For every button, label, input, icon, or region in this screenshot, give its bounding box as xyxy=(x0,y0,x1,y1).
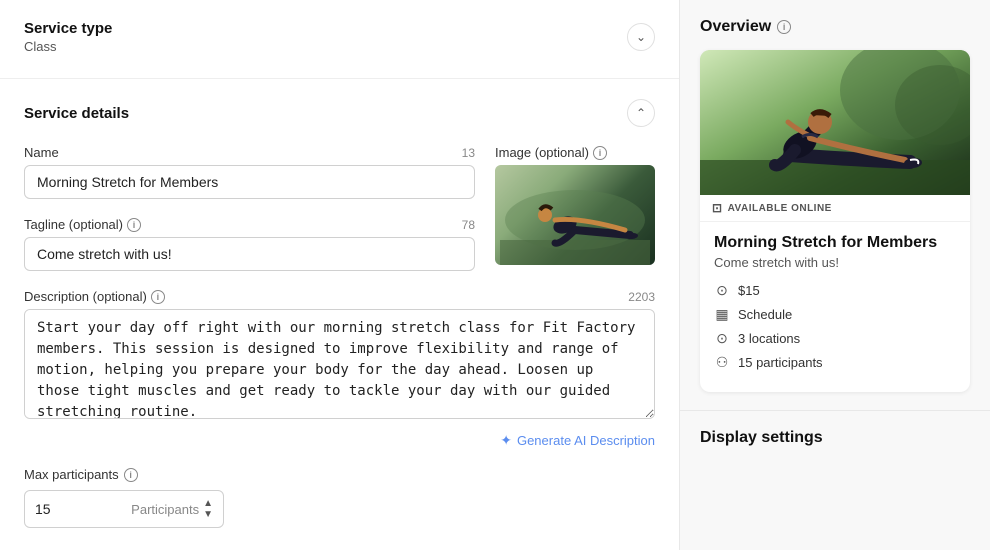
service-details-title: Service details xyxy=(24,105,129,122)
service-type-info: Service type Class xyxy=(24,20,112,54)
image-upload-box[interactable] xyxy=(495,165,655,265)
max-participants-input-wrapper[interactable]: Participants ▲ ▼ xyxy=(24,490,224,528)
monitor-icon: ⊡ xyxy=(712,201,723,215)
overview-price-row: ⊙ $15 xyxy=(714,282,956,299)
name-label-row: Name 13 xyxy=(24,145,475,160)
image-col: Image (optional) i xyxy=(495,145,655,265)
service-details-collapse-button[interactable]: ⌃ xyxy=(627,99,655,127)
tagline-field-group: Tagline (optional) i 78 xyxy=(24,217,475,271)
overview-schedule-row: ▦ Schedule xyxy=(714,306,956,323)
image-info-icon[interactable]: i xyxy=(593,146,607,160)
display-settings-section: Display settings xyxy=(680,410,990,465)
tagline-info-icon[interactable]: i xyxy=(127,218,141,232)
available-badge: ⊡ AVAILABLE ONLINE xyxy=(700,195,970,222)
service-type-section: Service type Class ⌄ xyxy=(0,0,679,79)
overview-section: Overview i xyxy=(680,0,990,410)
description-info-icon[interactable]: i xyxy=(151,290,165,304)
overview-image xyxy=(700,50,970,195)
tagline-label-row: Tagline (optional) i 78 xyxy=(24,217,475,232)
generate-ai-description-button[interactable]: ✦ Generate AI Description xyxy=(500,432,655,449)
max-participants-info-icon[interactable]: i xyxy=(124,468,138,482)
stretch-image-svg xyxy=(500,165,650,265)
participants-icon: ⚇ xyxy=(714,354,730,371)
overview-card: ⊡ AVAILABLE ONLINE Morning Stretch for M… xyxy=(700,50,970,392)
overview-locations-row: ⊙ 3 locations xyxy=(714,330,956,347)
description-label-row: Description (optional) i 2203 xyxy=(24,289,655,304)
display-settings-title: Display settings xyxy=(700,429,970,447)
overview-tagline: Come stretch with us! xyxy=(714,255,956,270)
tagline-input[interactable] xyxy=(24,237,475,271)
chevron-down-icon: ⌄ xyxy=(636,30,646,44)
image-label: Image (optional) i xyxy=(495,145,607,160)
overview-stretch-svg xyxy=(700,50,970,195)
participants-suffix: Participants xyxy=(65,502,199,517)
calendar-icon: ▦ xyxy=(714,306,730,323)
overview-card-body: Morning Stretch for Members Come stretch… xyxy=(700,222,970,392)
overview-info-icon[interactable]: i xyxy=(777,20,791,34)
right-panel: Overview i xyxy=(680,0,990,550)
service-details-header: Service details ⌃ xyxy=(24,99,655,127)
name-label: Name xyxy=(24,145,59,160)
overview-participants-row: ⚇ 15 participants xyxy=(714,354,956,371)
max-participants-label: Max participants xyxy=(24,467,119,482)
tagline-char-count: 78 xyxy=(462,218,475,232)
name-field-group: Name 13 xyxy=(24,145,475,199)
participants-stepper[interactable]: ▲ ▼ xyxy=(203,498,213,520)
stepper-down-icon[interactable]: ▼ xyxy=(203,509,213,520)
max-participants-group: Max participants i Participants ▲ ▼ xyxy=(24,467,655,528)
service-type-label: Service type xyxy=(24,20,112,37)
service-details-section: Service details ⌃ Name 13 Tagline (op xyxy=(0,79,679,550)
description-field-group: Description (optional) i 2203 Start your… xyxy=(24,289,655,449)
name-char-count: 13 xyxy=(462,146,475,160)
location-icon: ⊙ xyxy=(714,330,730,347)
max-participants-input[interactable] xyxy=(35,501,65,517)
left-panel: Service type Class ⌄ Service details ⌃ N… xyxy=(0,0,680,550)
price-icon: ⊙ xyxy=(714,282,730,299)
description-label: Description (optional) i xyxy=(24,289,165,304)
chevron-up-icon: ⌃ xyxy=(636,106,646,120)
image-placeholder xyxy=(495,165,655,265)
sparkle-icon: ✦ xyxy=(500,432,512,449)
service-type-collapse-button[interactable]: ⌄ xyxy=(627,23,655,51)
name-input[interactable] xyxy=(24,165,475,199)
tagline-label: Tagline (optional) i xyxy=(24,217,141,232)
stepper-up-icon[interactable]: ▲ xyxy=(203,498,213,509)
name-col: Name 13 Tagline (optional) i 78 xyxy=(24,145,475,289)
overview-title: Overview i xyxy=(700,18,970,36)
description-textarea[interactable]: Start your day off right with our mornin… xyxy=(24,309,655,419)
overview-service-name: Morning Stretch for Members xyxy=(714,234,956,252)
service-type-header: Service type Class ⌄ xyxy=(24,20,655,54)
name-image-row: Name 13 Tagline (optional) i 78 xyxy=(24,145,655,289)
service-type-value: Class xyxy=(24,39,112,54)
description-char-count: 2203 xyxy=(628,290,655,304)
image-label-row: Image (optional) i xyxy=(495,145,655,160)
max-participants-label-row: Max participants i xyxy=(24,467,655,482)
